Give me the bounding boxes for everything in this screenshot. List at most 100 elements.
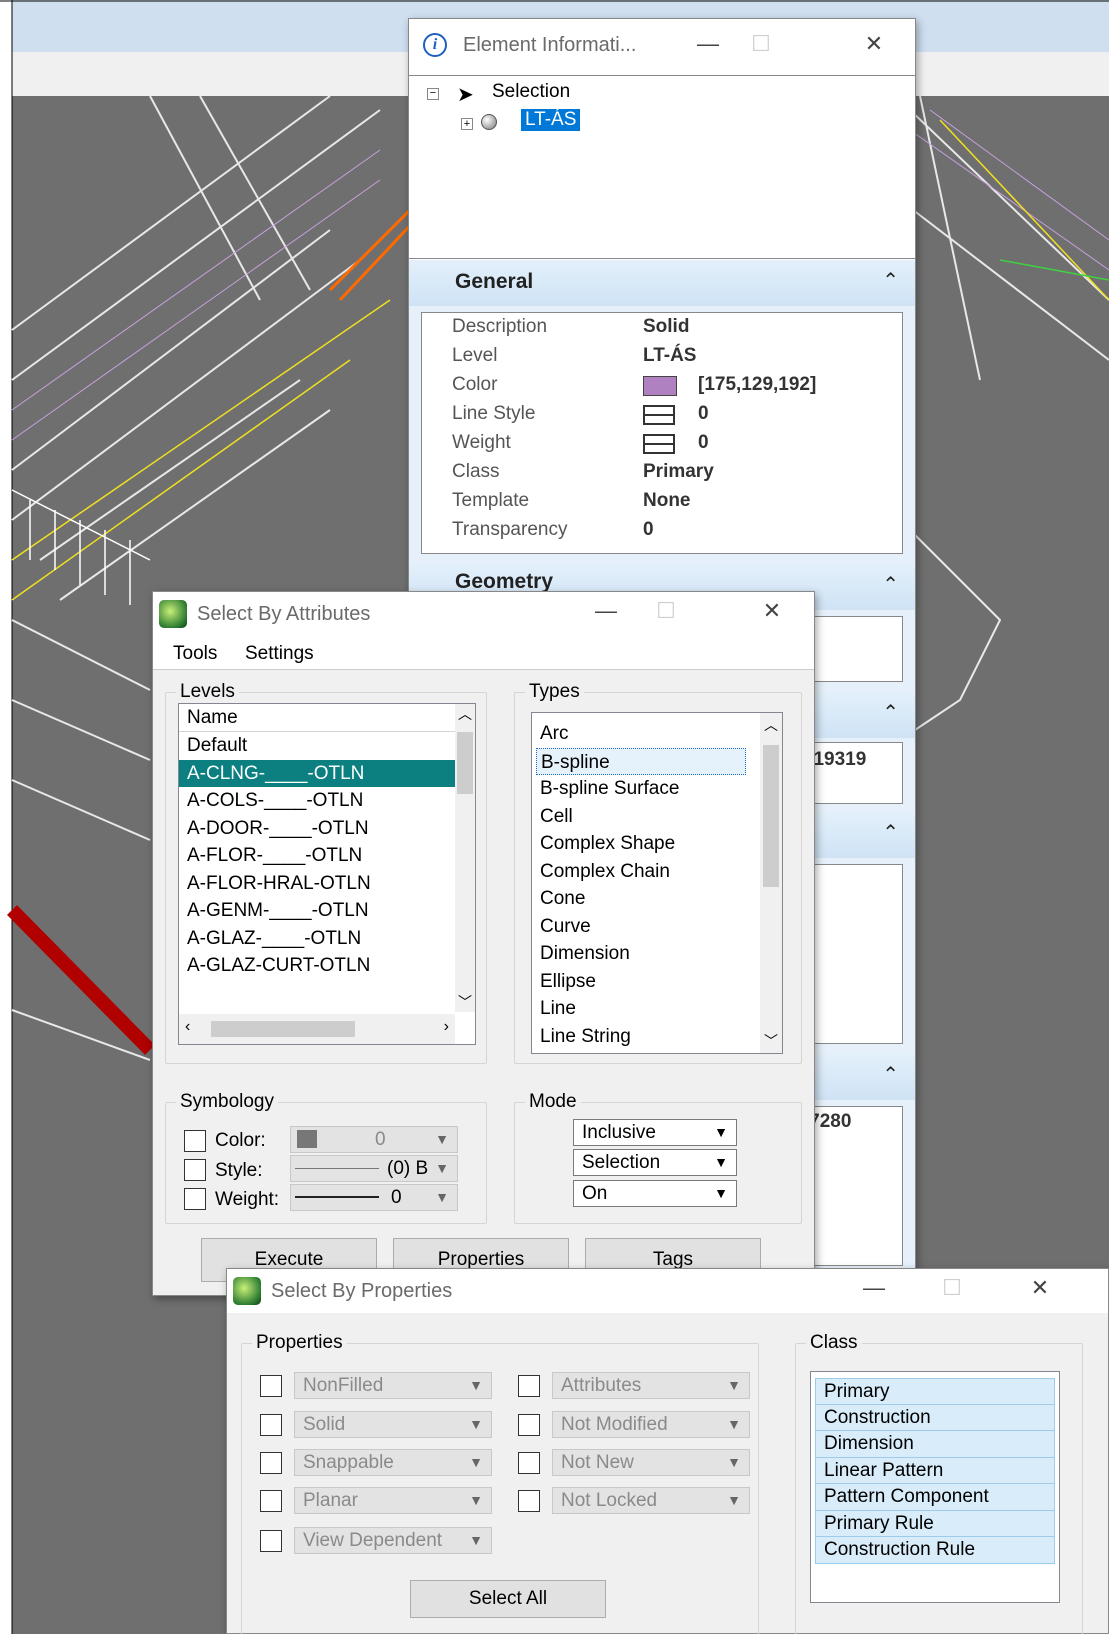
type-item[interactable]: Complex Shape [532, 830, 782, 858]
solid-checkbox[interactable] [260, 1414, 282, 1436]
maximize-button[interactable]: ☐ [929, 1275, 975, 1301]
mode-selection-dropdown[interactable]: Selection ▼ [573, 1149, 737, 1176]
class-item[interactable]: Primary [815, 1378, 1055, 1405]
type-item[interactable]: Cone [532, 885, 782, 913]
nonfilled-dropdown[interactable]: NonFilled ▼ [294, 1372, 492, 1399]
not-modified-dropdown[interactable]: Not Modified ▼ [552, 1411, 750, 1438]
close-button[interactable]: ✕ [1017, 1275, 1063, 1301]
collapse-caret-icon[interactable]: ⌃ [882, 820, 899, 845]
property-row[interactable]: Description Solid [452, 313, 900, 341]
snappable-dropdown[interactable]: Snappable ▼ [294, 1449, 492, 1476]
close-button[interactable]: ✕ [749, 598, 795, 624]
tree-child-label[interactable]: LT-ÁS [521, 109, 581, 131]
properties-group: Properties NonFilled ▼ Solid ▼ Snappable ▼ … [241, 1332, 759, 1634]
snappable-checkbox[interactable] [260, 1452, 282, 1474]
view-dependent-dropdown[interactable]: View Dependent ▼ [294, 1527, 492, 1554]
level-item[interactable]: A-FLOR-____-OTLN [179, 842, 475, 870]
types-vertical-scrollbar[interactable]: ︿ ﹀ [760, 713, 782, 1053]
level-item[interactable]: A-GENM-____-OTLN [179, 897, 475, 925]
type-item-focused[interactable]: B-spline [536, 747, 746, 775]
property-row[interactable]: Template None [452, 487, 900, 515]
property-row[interactable]: Class Primary [452, 458, 900, 486]
property-row[interactable]: Line Style 0 [452, 400, 900, 428]
property-row[interactable]: Level LT-ÁS [452, 342, 900, 370]
class-item[interactable]: Construction [815, 1404, 1055, 1431]
type-item[interactable]: Dimension [532, 940, 782, 968]
solid-dropdown[interactable]: Solid ▼ [294, 1411, 492, 1438]
class-item[interactable]: Linear Pattern [815, 1457, 1055, 1484]
attributes-checkbox[interactable] [518, 1375, 540, 1397]
select-all-button[interactable]: Select All [410, 1580, 606, 1618]
dropdown-arrow-icon: ▼ [727, 1492, 741, 1508]
style-checkbox[interactable] [184, 1159, 206, 1181]
maximize-button[interactable]: ☐ [643, 598, 689, 624]
level-item[interactable]: A-DOOR-____-OTLN [179, 815, 475, 843]
general-section-header[interactable]: General ⌃ [409, 260, 915, 306]
property-row[interactable]: Color [175,129,192] [452, 371, 900, 399]
weight-dropdown[interactable]: 0 ▼ [290, 1184, 458, 1211]
level-item[interactable]: A-GLAZ-CURT-OTLN [179, 952, 475, 980]
level-item-selected[interactable]: A-CLNG-____-OTLN [179, 759, 455, 787]
type-item[interactable]: Arc [532, 720, 782, 748]
nonfilled-checkbox[interactable] [260, 1375, 282, 1397]
levels-list[interactable]: Name Default A-CLNG-____-OTLN A-COLS-___… [178, 703, 476, 1045]
not-new-dropdown[interactable]: Not New ▼ [552, 1449, 750, 1476]
attributes-dropdown[interactable]: Attributes ▼ [552, 1372, 750, 1399]
collapse-caret-icon[interactable]: ⌃ [882, 700, 899, 725]
level-item[interactable]: Default [179, 732, 455, 760]
level-item[interactable]: A-FLOR-HRAL-OTLN [179, 870, 475, 898]
levels-vertical-scrollbar[interactable]: ︿ ﹀ [455, 704, 475, 1012]
element-information-titlebar[interactable]: i Element Informati... — ☐ ✕ [409, 19, 915, 75]
class-item[interactable]: Dimension [815, 1431, 1055, 1458]
property-row[interactable]: Transparency 0 [452, 516, 900, 544]
type-item[interactable]: Curve [532, 913, 782, 941]
minimize-button[interactable]: — [851, 1275, 897, 1301]
class-list[interactable]: Primary Construction Dimension Linear Pa… [810, 1371, 1060, 1603]
collapse-caret-icon[interactable]: ⌃ [882, 268, 899, 293]
planar-dropdown[interactable]: Planar ▼ [294, 1487, 492, 1514]
maximize-button[interactable]: ☐ [738, 31, 784, 57]
class-item[interactable]: Primary Rule [815, 1510, 1055, 1537]
type-item[interactable]: B-spline Surface [532, 775, 782, 803]
weight-checkbox[interactable] [184, 1188, 206, 1210]
tree-root-label[interactable]: Selection [492, 81, 570, 103]
view-dependent-checkbox[interactable] [260, 1530, 282, 1552]
planar-checkbox[interactable] [260, 1490, 282, 1512]
not-locked-dropdown[interactable]: Not Locked ▼ [552, 1487, 750, 1514]
mode-inclusive-dropdown[interactable]: Inclusive ▼ [573, 1119, 737, 1146]
minimize-button[interactable]: — [583, 598, 629, 624]
collapse-caret-icon[interactable]: ⌃ [882, 572, 899, 597]
select-by-properties-titlebar[interactable]: Select By Properties — ☐ ✕ [227, 1269, 1108, 1313]
type-item[interactable]: Complex Chain [532, 858, 782, 886]
not-new-checkbox[interactable] [518, 1452, 540, 1474]
menu-settings[interactable]: Settings [245, 643, 314, 665]
type-item[interactable]: Ellipse [532, 968, 782, 996]
property-row[interactable]: Weight 0 [452, 429, 900, 457]
tree-expand-icon[interactable]: + [461, 118, 473, 130]
weight-preview-icon [295, 1196, 379, 1198]
style-dropdown[interactable]: (0) B ▼ [290, 1155, 458, 1182]
not-locked-checkbox[interactable] [518, 1490, 540, 1512]
not-modified-checkbox[interactable] [518, 1414, 540, 1436]
types-list[interactable]: Arc B-spline B-spline Surface Cell Compl… [531, 712, 783, 1054]
type-item[interactable]: Line [532, 995, 782, 1023]
select-by-attributes-titlebar[interactable]: Select By Attributes — ☐ ✕ [153, 592, 814, 636]
class-item[interactable]: Pattern Component [815, 1484, 1055, 1511]
level-item[interactable]: A-GLAZ-____-OTLN [179, 925, 475, 953]
levels-column-header[interactable]: Name [179, 704, 457, 732]
level-item[interactable]: A-COLS-____-OTLN [179, 787, 475, 815]
minimize-button[interactable]: — [685, 31, 731, 57]
collapse-caret-icon[interactable]: ⌃ [882, 1062, 899, 1087]
color-dropdown[interactable]: 0 ▼ [290, 1126, 458, 1153]
levels-horizontal-scrollbar[interactable]: ‹ › [179, 1014, 455, 1044]
menu-tools[interactable]: Tools [173, 643, 217, 665]
general-properties-table: Description Solid Level LT-ÁS Color [175,12… [421, 312, 903, 554]
selection-tree[interactable]: − ➤ Selection + LT-ÁS [409, 75, 915, 259]
tree-collapse-icon[interactable]: − [427, 88, 439, 100]
color-checkbox[interactable] [184, 1130, 206, 1152]
mode-on-dropdown[interactable]: On ▼ [573, 1180, 737, 1207]
class-item[interactable]: Construction Rule [815, 1537, 1055, 1564]
type-item[interactable]: Cell [532, 803, 782, 831]
type-item[interactable]: Line String [532, 1023, 782, 1051]
close-button[interactable]: ✕ [851, 31, 897, 57]
